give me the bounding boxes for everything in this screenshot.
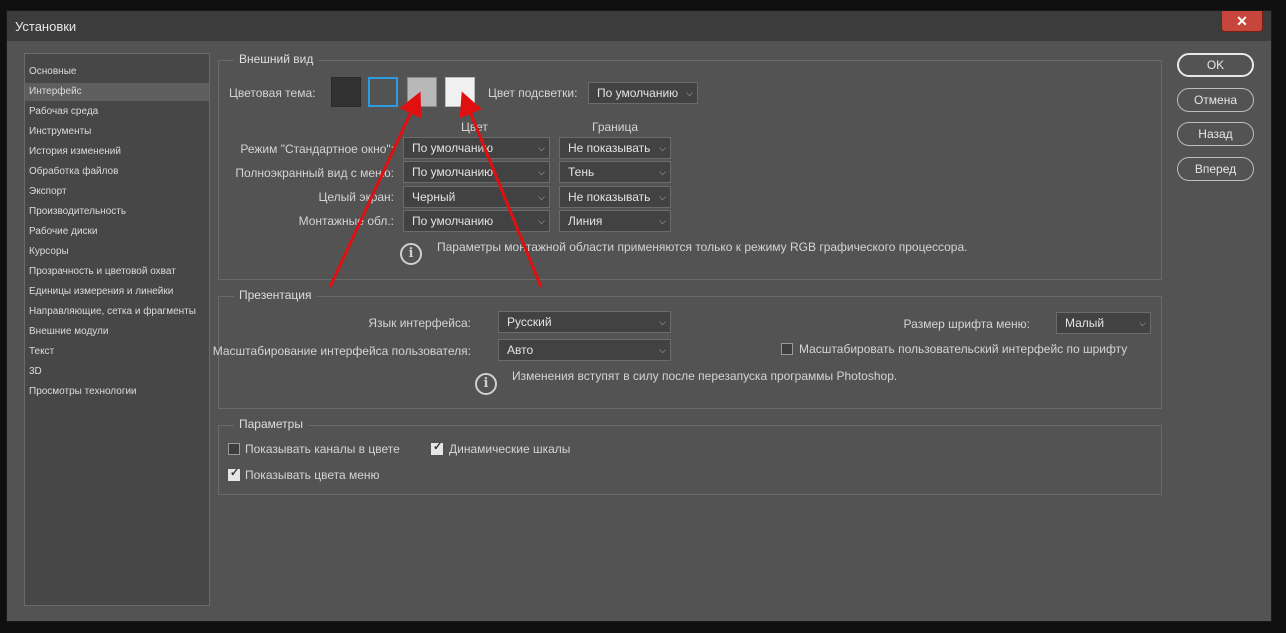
annotation-arrow-1 <box>328 91 422 288</box>
annotation-arrows <box>328 91 543 288</box>
annotation-arrow-2 <box>459 91 543 288</box>
